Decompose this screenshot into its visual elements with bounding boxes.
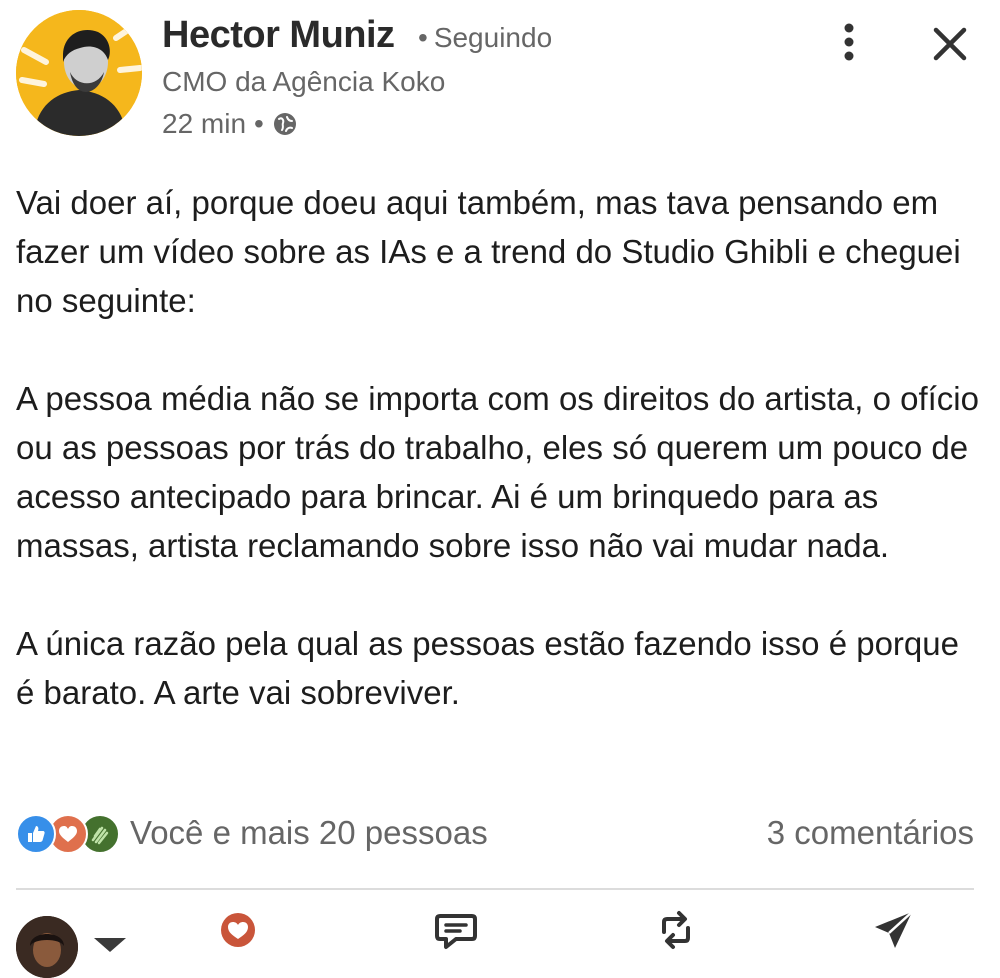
send-icon xyxy=(875,911,913,948)
author-headline: CMO da Agência Koko xyxy=(162,66,446,97)
post-paragraph: A única razão pela qual as pessoas estão… xyxy=(16,625,959,711)
actor-photo xyxy=(16,916,78,978)
repost-button[interactable] xyxy=(654,908,698,952)
social-counts: Você e mais 20 pessoas 3 comentários xyxy=(16,808,974,858)
follow-status-label: Seguindo xyxy=(433,22,553,53)
author-name[interactable]: Hector Muniz xyxy=(162,14,395,57)
comment-icon xyxy=(435,914,477,949)
globe-icon xyxy=(272,111,298,137)
chevron-down-icon[interactable] xyxy=(94,938,126,952)
close-icon xyxy=(933,27,967,61)
repost-icon xyxy=(662,911,690,949)
more-options-button[interactable] xyxy=(832,20,866,64)
post-paragraph: Vai doer aí, porque doeu aqui também, ma… xyxy=(16,184,961,319)
post-paragraph: A pessoa média não se importa com os dir… xyxy=(16,380,979,564)
close-button[interactable] xyxy=(930,24,970,64)
post-meta: 22 min • xyxy=(162,108,298,140)
action-bar xyxy=(0,892,1000,978)
comment-button[interactable] xyxy=(434,908,478,952)
thumbs-up-icon xyxy=(16,814,56,854)
post-time: 22 min xyxy=(162,108,247,139)
follow-status: • Seguindo xyxy=(418,22,552,54)
react-button[interactable] xyxy=(216,908,260,952)
comments-count[interactable]: 3 comentários xyxy=(767,814,974,852)
send-button[interactable] xyxy=(872,908,916,952)
author-photo xyxy=(16,10,142,136)
heart-icon xyxy=(221,913,255,947)
divider xyxy=(16,888,974,890)
actor-avatar[interactable] xyxy=(16,916,78,978)
post-header: Hector Muniz • Seguindo CMO da Agência Ko… xyxy=(0,0,1000,150)
separator-dot: • xyxy=(254,108,264,139)
separator-dot: • xyxy=(418,22,428,53)
reactions-summary[interactable]: Você e mais 20 pessoas xyxy=(130,814,488,852)
reaction-icons[interactable] xyxy=(16,814,122,854)
post-text: Vai doer aí, porque doeu aqui também, ma… xyxy=(16,178,984,717)
more-vertical-icon xyxy=(844,23,854,61)
author-avatar[interactable] xyxy=(16,10,142,136)
